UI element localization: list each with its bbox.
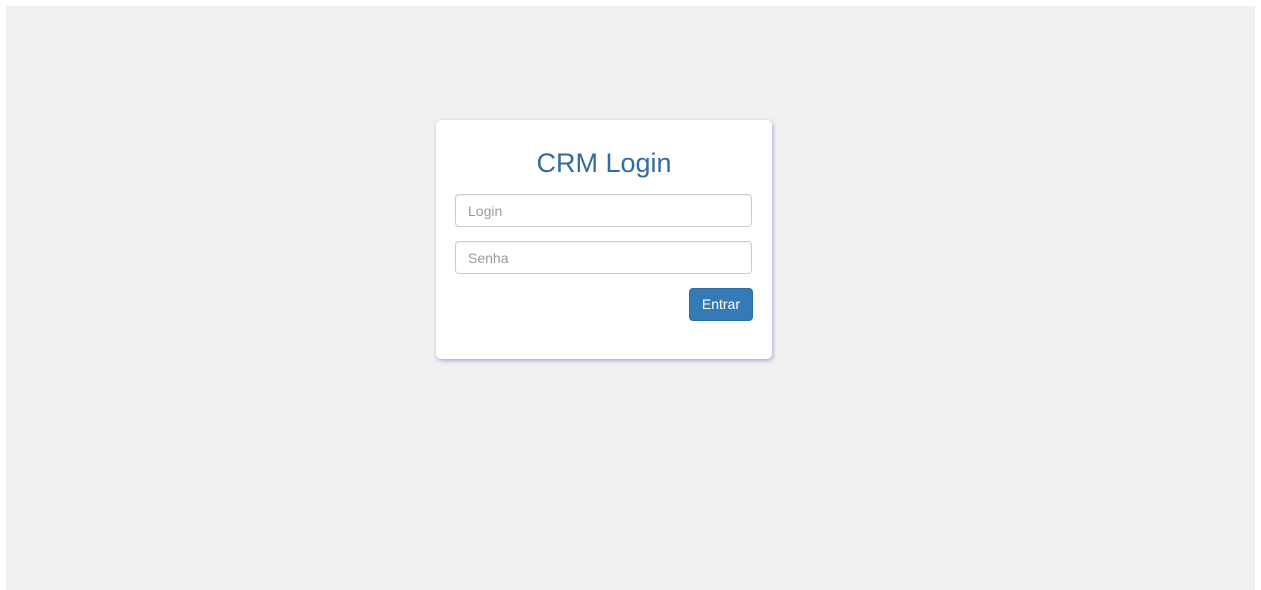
login-title: CRM Login xyxy=(536,148,672,178)
page-background: CRM Login Entrar xyxy=(6,6,1255,590)
login-submit-button[interactable]: Entrar xyxy=(688,288,753,321)
password-input[interactable] xyxy=(455,241,752,274)
login-card: CRM Login Entrar xyxy=(436,120,772,359)
form-actions: Entrar xyxy=(455,288,753,321)
login-input[interactable] xyxy=(455,194,752,227)
